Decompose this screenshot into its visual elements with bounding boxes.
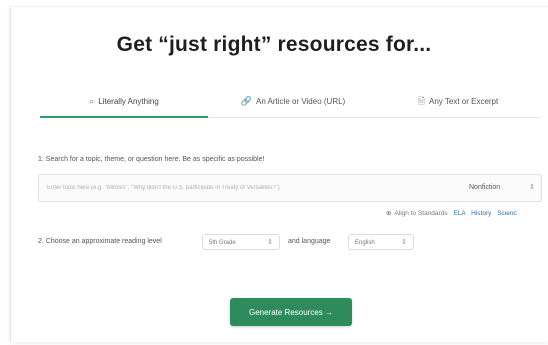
standards-row: ⊕ Align to Standards ELA History Scienc bbox=[386, 209, 517, 217]
content-type-value: Nonfiction bbox=[469, 184, 501, 191]
step1-instructions: 1. Search for a topic, theme, or questio… bbox=[38, 156, 265, 163]
select-arrows-icon: ⇕ bbox=[529, 184, 535, 191]
tab-label: Literally Anything bbox=[98, 97, 159, 106]
tab-literally-anything[interactable]: ⌕ Literally Anything bbox=[40, 86, 208, 116]
language-value: English bbox=[355, 240, 375, 246]
tab-label: Any Text or Excerpt bbox=[429, 97, 499, 106]
search-icon: ⌕ bbox=[89, 96, 95, 106]
language-label: and language bbox=[288, 238, 331, 245]
language-select[interactable]: English ⇕ bbox=[348, 234, 414, 250]
standards-icon: ⊕ bbox=[386, 210, 392, 217]
content-type-select[interactable]: Nonfiction ⇕ bbox=[469, 180, 539, 196]
tab-article-or-video[interactable]: 🔗 An Article or Video (URL) bbox=[218, 86, 368, 116]
select-arrows-icon: ⇕ bbox=[267, 239, 273, 246]
generate-resources-button[interactable]: Generate Resources → bbox=[230, 298, 352, 326]
step2-instructions: 2. Choose an approximate reading level bbox=[38, 238, 162, 245]
page-title: Get “just right” resources for... bbox=[116, 33, 432, 56]
document-icon: 🗎 bbox=[417, 96, 426, 106]
standard-link-ela[interactable]: ELA bbox=[453, 210, 465, 217]
topic-search-input[interactable] bbox=[47, 180, 427, 196]
tab-label: An Article or Video (URL) bbox=[255, 97, 346, 106]
standard-link-history[interactable]: History bbox=[471, 210, 491, 217]
reading-level-select[interactable]: 5th Grade ⇕ bbox=[202, 234, 280, 250]
active-tab-indicator bbox=[40, 116, 208, 118]
link-icon: 🔗 bbox=[240, 96, 252, 106]
reading-level-value: 5th Grade bbox=[209, 240, 236, 246]
topic-search-box: Nonfiction ⇕ bbox=[38, 174, 542, 202]
tab-any-text[interactable]: 🗎 Any Text or Excerpt bbox=[378, 86, 538, 116]
standards-toggle[interactable]: Align to Standards bbox=[394, 210, 447, 217]
standard-link-science[interactable]: Scienc bbox=[497, 210, 517, 217]
input-mode-tabs: ⌕ Literally Anything 🔗 An Article or Video… bbox=[40, 86, 540, 120]
select-arrows-icon: ⇕ bbox=[401, 239, 407, 246]
